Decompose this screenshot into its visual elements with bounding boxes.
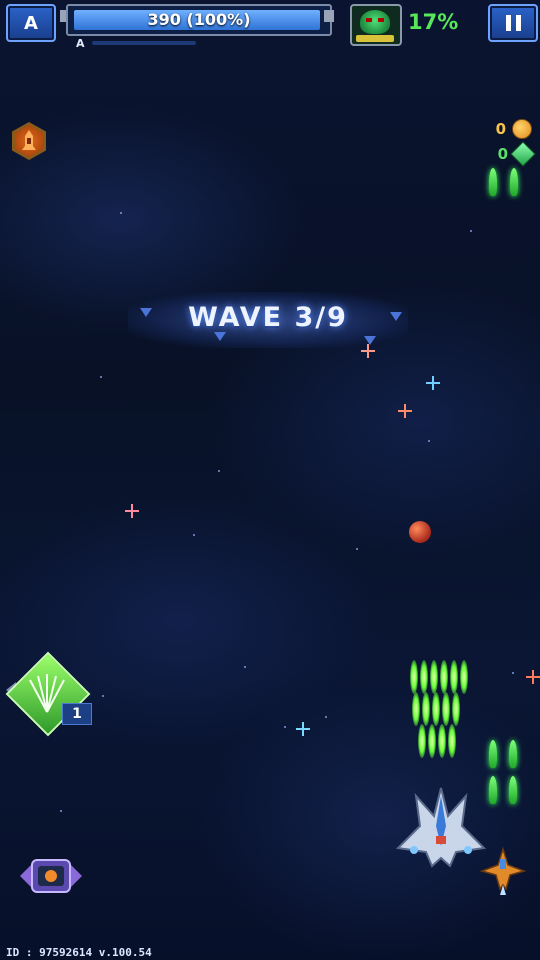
pause-icon bbox=[505, 15, 521, 31]
green-missile bbox=[489, 740, 497, 768]
sparkle-icon bbox=[296, 722, 310, 736]
gem-icon bbox=[510, 141, 536, 167]
sparkle-icon bbox=[426, 376, 440, 390]
planet-icon bbox=[409, 521, 431, 543]
health-text: 390 (100%) bbox=[147, 10, 251, 29]
green-missile bbox=[510, 168, 518, 196]
green-missile bbox=[489, 776, 497, 804]
sparkle-icon bbox=[526, 670, 540, 684]
gem-counter: 0 bbox=[497, 141, 536, 167]
sparkle-icon bbox=[398, 404, 412, 418]
green-missile bbox=[509, 776, 517, 804]
missile-powerup-icon[interactable] bbox=[12, 122, 46, 160]
coin-counter: 0 bbox=[496, 119, 532, 139]
player-spaceship[interactable] bbox=[396, 786, 486, 870]
game-screen[interactable]: A 390 (100%) A 17% 0 0 WAVE 3/9 1 ID: 9… bbox=[0, 0, 540, 960]
rank-button-label: A bbox=[24, 12, 38, 34]
shield-gadget-icon[interactable] bbox=[18, 856, 84, 896]
wing-drone bbox=[480, 846, 526, 895]
build-id: ID : 97592614 v.100.54 bbox=[6, 946, 152, 959]
sparkle-icon bbox=[125, 504, 139, 518]
boss-portrait bbox=[350, 4, 402, 46]
health-bar: 390 (100%) bbox=[66, 4, 332, 36]
sub-progress-bar bbox=[92, 41, 196, 45]
pause-button[interactable] bbox=[488, 4, 538, 42]
green-missile bbox=[509, 740, 517, 768]
wave-banner: WAVE 3/9 bbox=[128, 292, 408, 348]
health-bar-right-cap bbox=[324, 10, 334, 22]
sub-rank-label: A bbox=[76, 37, 85, 50]
boss-progress-percent: 17% bbox=[408, 10, 459, 34]
green-missile bbox=[489, 168, 497, 196]
wave-text: WAVE 3/9 bbox=[188, 302, 348, 333]
coin-count: 0 bbox=[495, 120, 506, 138]
power-shot-count: 1 bbox=[62, 703, 92, 725]
boss-face-icon bbox=[360, 10, 390, 34]
coin-icon bbox=[512, 119, 532, 139]
rank-button[interactable]: A bbox=[6, 4, 56, 42]
boss-tag bbox=[356, 35, 394, 42]
gem-count: 0 bbox=[497, 145, 508, 163]
